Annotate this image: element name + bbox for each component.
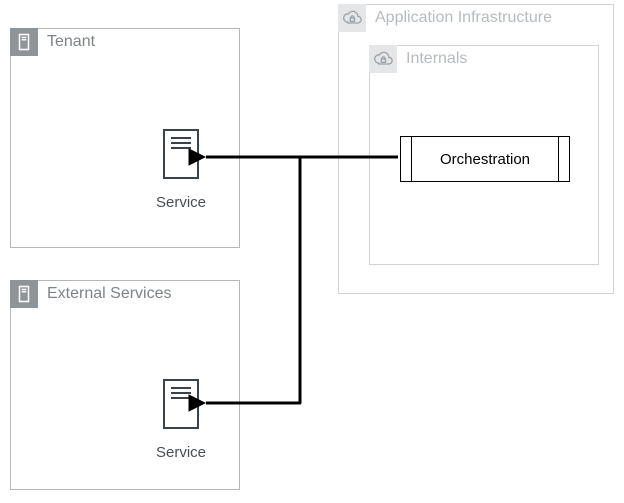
internals-label: Internals bbox=[406, 50, 467, 68]
server-icon bbox=[10, 28, 38, 56]
tenant-label: Tenant bbox=[47, 33, 95, 51]
tenant-container: Tenant Service bbox=[10, 28, 240, 248]
external-services-label: External Services bbox=[47, 285, 172, 303]
external-services-container: External Services Service bbox=[10, 280, 240, 490]
application-infrastructure-label: Application Infrastructure bbox=[375, 9, 552, 27]
tenant-service: Service bbox=[141, 129, 221, 211]
orchestration-component: Orchestration bbox=[400, 136, 570, 182]
cloud-lock-icon bbox=[369, 45, 397, 73]
server-icon bbox=[10, 280, 38, 308]
external-service: Service bbox=[141, 379, 221, 461]
server-icon bbox=[163, 129, 199, 179]
cloud-lock-icon bbox=[338, 4, 366, 32]
server-icon bbox=[163, 379, 199, 429]
orchestration-label: Orchestration bbox=[440, 151, 530, 168]
application-infrastructure-container: Application Infrastructure Internals Orc… bbox=[338, 4, 614, 294]
service-caption: Service bbox=[141, 194, 221, 211]
service-caption: Service bbox=[141, 444, 221, 461]
internals-container: Internals Orchestration bbox=[369, 45, 599, 265]
